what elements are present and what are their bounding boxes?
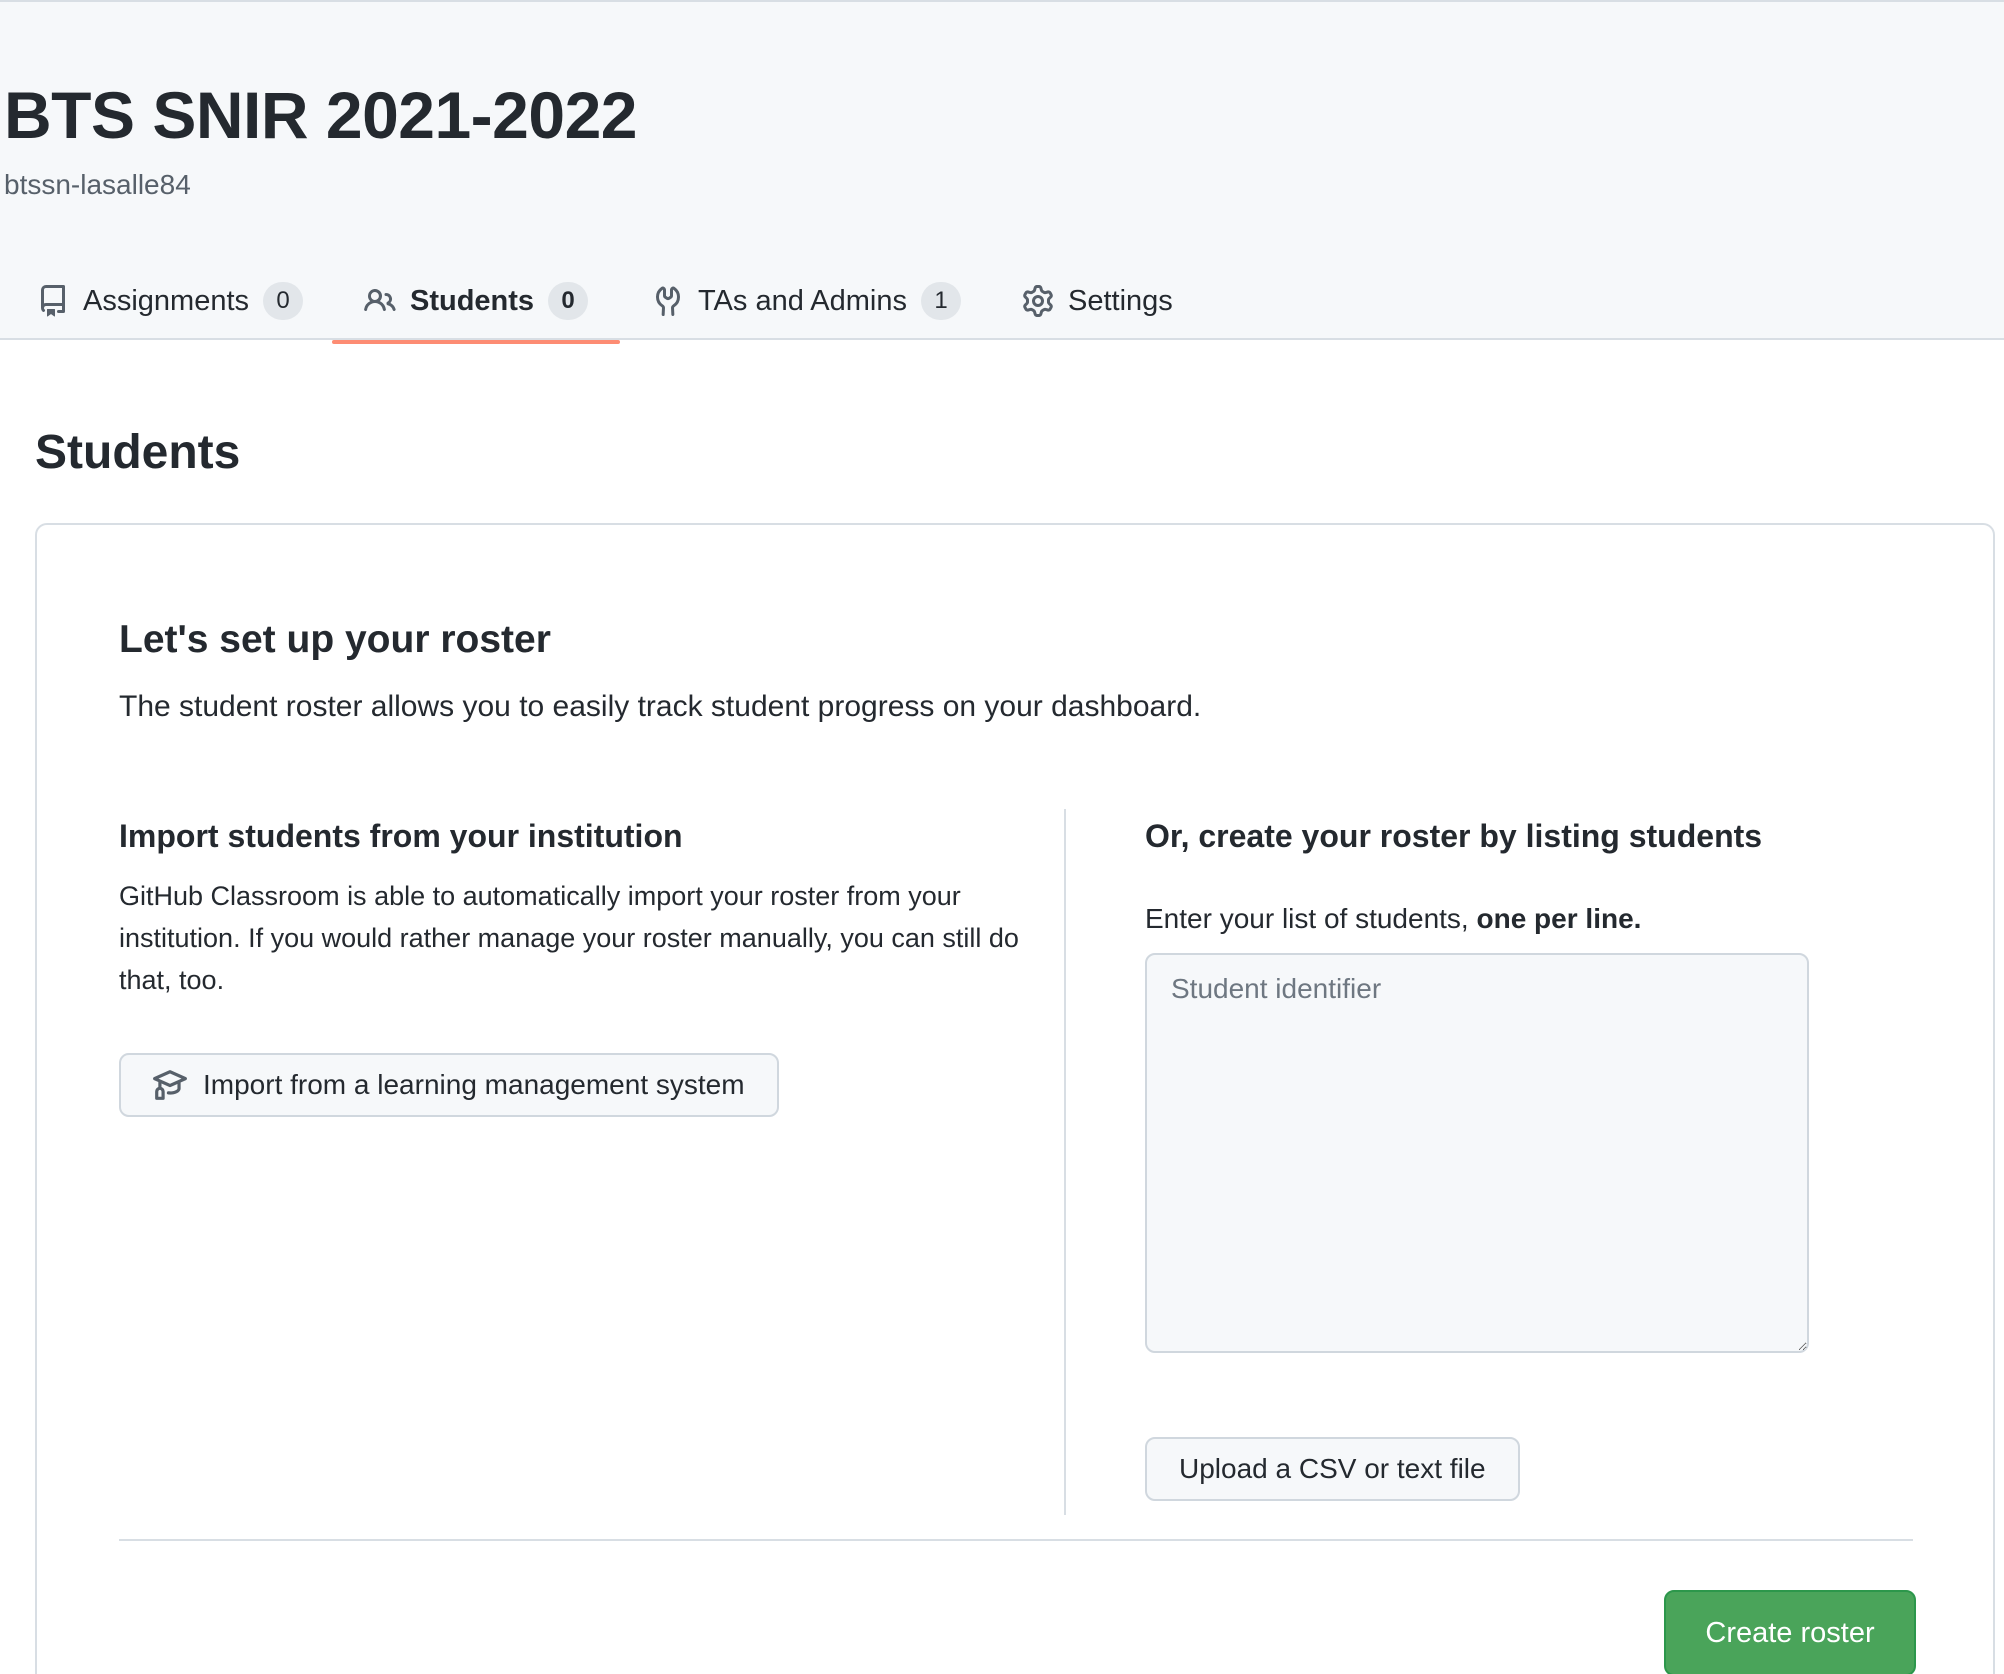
gear-icon: [1022, 285, 1054, 317]
tab-counter: 1: [921, 282, 962, 320]
manual-roster-section: Or, create your roster by listing studen…: [1145, 815, 1925, 1501]
tab-counter: 0: [263, 282, 304, 320]
tab-assignments[interactable]: Assignments 0: [37, 260, 304, 342]
tab-label: Settings: [1068, 284, 1173, 317]
student-identifiers-textarea[interactable]: [1145, 953, 1809, 1353]
student-list-label-text: Enter your list of students,: [1145, 903, 1477, 934]
import-lms-button[interactable]: Import from a learning management system: [119, 1053, 779, 1117]
page: BTS SNIR 2021-2022 btssn-lasalle84 Assig…: [0, 0, 2004, 1674]
tools-icon: [652, 285, 684, 317]
roster-setup-title: Let's set up your roster: [119, 618, 551, 661]
tab-counter: 0: [548, 282, 589, 320]
import-lms-button-label: Import from a learning management system: [203, 1069, 745, 1100]
org-title: BTS SNIR 2021-2022: [4, 78, 638, 152]
import-section-title: Import students from your institution: [119, 818, 683, 854]
student-list-label: Enter your list of students, one per lin…: [1145, 901, 1641, 937]
people-icon: [364, 285, 396, 317]
import-section: Import students from your institution Gi…: [119, 815, 1039, 1001]
upload-csv-button[interactable]: Upload a CSV or text file: [1145, 1437, 1520, 1501]
org-header: BTS SNIR 2021-2022 btssn-lasalle84 Assig…: [0, 0, 2004, 344]
tab-settings[interactable]: Settings: [1022, 260, 1173, 342]
tab-label: Assignments: [83, 284, 250, 317]
footer-divider: [119, 1539, 1913, 1541]
tab-students[interactable]: Students 0: [331, 260, 621, 344]
repo-icon: [37, 285, 69, 317]
org-login: btssn-lasalle84: [4, 169, 191, 200]
page-title: Students: [35, 426, 241, 479]
tab-label: TAs and Admins: [698, 284, 908, 317]
mortar-board-icon: [153, 1068, 187, 1102]
roster-setup-description: The student roster allows you to easily …: [119, 690, 1202, 723]
manual-roster-title: Or, create your roster by listing studen…: [1145, 818, 1763, 854]
tab-tas-and-admins[interactable]: TAs and Admins 1: [652, 260, 962, 342]
import-section-text: GitHub Classroom is able to automaticall…: [119, 881, 1019, 995]
student-list-label-emphasis: one per line.: [1476, 903, 1642, 934]
tab-label: Students: [410, 284, 535, 317]
create-roster-button[interactable]: Create roster: [1664, 1590, 1916, 1674]
roster-setup-box: Let's set up your roster The student ros…: [35, 523, 1995, 1674]
column-divider: [1064, 809, 1066, 1515]
